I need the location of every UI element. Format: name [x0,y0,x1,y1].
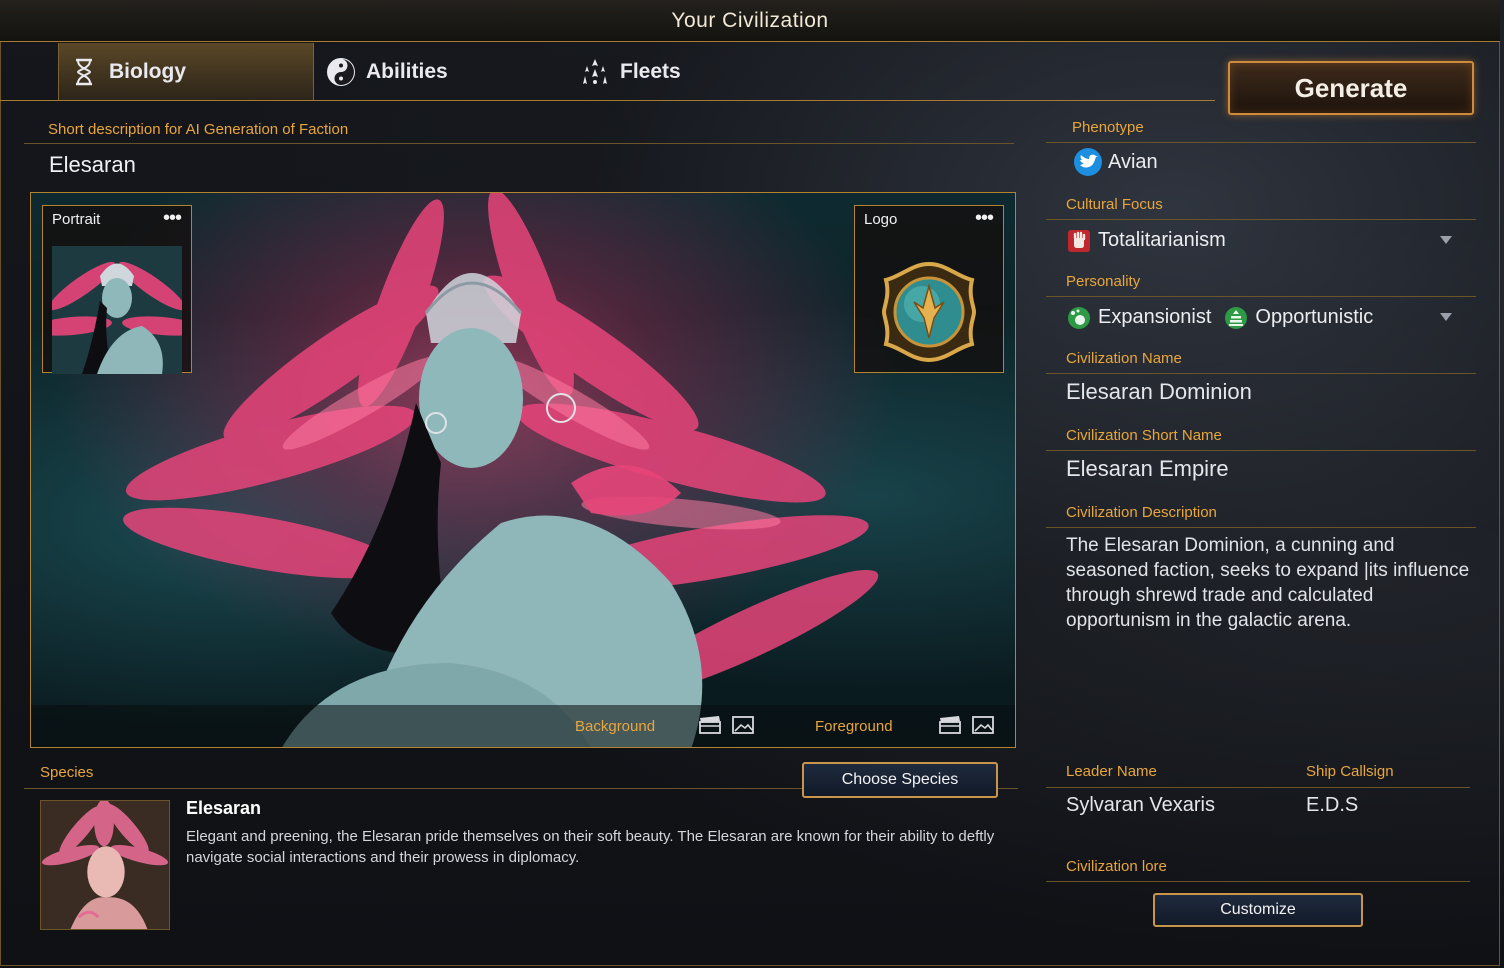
short-description-input[interactable]: Elesaran [24,143,1014,181]
species-name: Elesaran [186,798,262,818]
civ-lore-label: Civilization lore [1066,858,1167,875]
personality-divider [1046,296,1476,297]
hero-layer-controls: Background Foreground [31,705,1015,747]
tab-fleets[interactable]: Fleets [580,43,810,100]
raised-fist-icon [1068,229,1090,252]
civ-description-label: Civilization Description [1066,504,1217,521]
background-label: Background [575,718,656,735]
portrait-label: Portrait [52,211,101,228]
portrait-more-icon[interactable]: ••• [163,207,182,230]
civ-short-name-divider [1046,450,1476,451]
tab-biology-label: Biology [109,59,186,83]
bird-icon [1074,148,1102,176]
logo-card[interactable]: Logo ••• [854,205,1004,373]
personality-select[interactable]: Expansionist Opportunistic [1068,306,1373,329]
civ-lore-divider [1046,881,1470,882]
fleet-ships-icon [580,57,610,87]
personality-chevron-down-icon[interactable] [1440,313,1452,321]
species-divider-right [998,788,1018,789]
ship-callsign-label: Ship Callsign [1306,763,1394,780]
logo-label: Logo [864,211,898,228]
phenotype-label: Phenotype [1072,119,1144,136]
personality-label: Personality [1066,273,1141,290]
generate-button[interactable]: Generate [1228,61,1474,115]
tab-fleets-label: Fleets [620,59,681,83]
tab-bar: Biology Abilities Fleets [0,43,1215,101]
civ-name-label: Civilization Name [1066,350,1182,367]
cultural-focus-chevron-down-icon[interactable] [1440,236,1452,244]
yin-yang-icon [326,57,356,87]
species-label: Species [40,764,94,781]
tab-biology[interactable]: Biology [58,43,314,100]
species-thumbnail [40,800,170,930]
species-description: Elegant and preening, the Elesaran pride… [186,828,995,866]
cultural-focus-select[interactable]: Totalitarianism [1068,229,1226,252]
logo-more-icon[interactable]: ••• [975,207,994,230]
title-bar: Your Civilization [0,0,1500,42]
short-description-label: Short description for AI Generation of F… [48,121,349,138]
faction-logo [881,261,977,363]
species-divider [24,788,804,789]
choose-species-button[interactable]: Choose Species [802,762,998,798]
foreground-video-icon[interactable] [939,716,961,734]
personality-value-2: Opportunistic [1255,306,1374,328]
civ-name-input[interactable]: Elesaran Dominion [1066,379,1252,405]
cultural-focus-divider [1046,219,1476,220]
leader-name-input[interactable]: Sylvaran Vexaris [1066,794,1215,817]
portrait-thumbnail [52,246,182,374]
foreground-image-icon[interactable] [972,716,994,734]
civ-short-name-label: Civilization Short Name [1066,427,1222,444]
expansionist-icon [1068,306,1090,329]
leader-name-label: Leader Name [1066,763,1157,780]
personality-value-1: Expansionist [1098,306,1212,328]
ship-callsign-input[interactable]: E.D.S [1306,794,1358,817]
tab-abilities[interactable]: Abilities [326,43,556,100]
background-video-icon[interactable] [699,716,721,734]
cultural-focus-value: Totalitarianism [1098,229,1226,251]
civ-description-textarea[interactable]: The Elesaran Dominion, a cunning and sea… [1066,533,1476,633]
hero-image: Portrait ••• Logo ••• Background Foregro… [30,192,1016,748]
tab-abilities-label: Abilities [366,59,448,83]
window-title: Your Civilization [671,9,829,32]
cultural-focus-label: Cultural Focus [1066,196,1163,213]
civ-description-divider [1046,527,1476,528]
opportunistic-icon [1225,306,1248,329]
foreground-label: Foreground [815,718,893,735]
phenotype-select[interactable]: Avian [1074,148,1158,176]
customize-button[interactable]: Customize [1153,893,1363,927]
phenotype-value: Avian [1108,150,1158,173]
phenotype-divider [1046,142,1476,143]
civ-name-divider [1046,373,1476,374]
background-image-icon[interactable] [732,716,754,734]
dna-hourglass-icon [69,57,99,87]
civ-short-name-input[interactable]: Elesaran Empire [1066,456,1229,482]
portrait-card[interactable]: Portrait ••• [42,205,192,374]
leader-divider [1046,787,1470,788]
